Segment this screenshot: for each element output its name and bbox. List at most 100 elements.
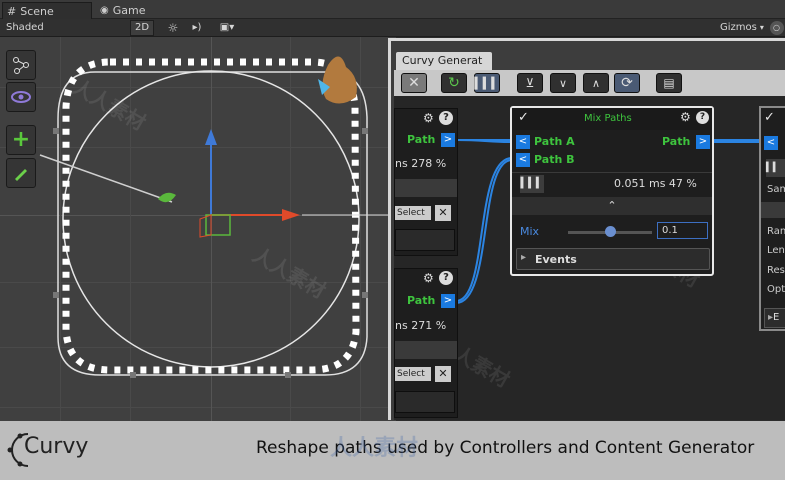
search-scene-toggle[interactable]: ○ (770, 21, 784, 35)
property-label: Res (767, 265, 785, 276)
control-point[interactable] (285, 372, 291, 378)
checkbox-icon[interactable]: ✓ (764, 110, 775, 125)
output-port[interactable]: > (696, 135, 710, 149)
input-path-a-label: Path A (534, 135, 575, 148)
help-icon[interactable]: ? (696, 111, 709, 124)
control-point[interactable] (362, 128, 368, 134)
spline-tool-icon (13, 57, 29, 74)
collapse-button[interactable]: ∧ (583, 73, 609, 93)
search-icon: ○ (773, 23, 780, 32)
stats-icon[interactable]: ▍▍ (766, 159, 785, 177)
effects-dropdown[interactable]: ▣▾ (212, 20, 242, 36)
help-icon[interactable]: ? (439, 271, 453, 285)
close-icon[interactable]: ✕ (435, 366, 451, 382)
spline-object-field[interactable] (395, 391, 455, 413)
shading-dropdown[interactable]: Shaded (6, 20, 44, 36)
help-icon[interactable]: ? (439, 111, 453, 125)
expand-triangle-icon: ▸ (521, 252, 527, 263)
grid-icon: # (7, 4, 17, 18)
window-title: Curvy Generat (402, 54, 483, 67)
add-point-button[interactable]: + (6, 125, 36, 155)
control-point[interactable] (362, 292, 368, 298)
select-button[interactable]: Select (395, 367, 431, 381)
window-tab[interactable]: Curvy Generat (396, 52, 492, 70)
select-button[interactable]: Select (395, 206, 431, 220)
mode-2d-toggle[interactable]: 2D (130, 20, 155, 36)
control-point[interactable] (53, 292, 59, 298)
perf-stats: ns 271 % (395, 319, 447, 332)
output-path-label: Path (407, 133, 436, 146)
scene-tab-bar: # Scene ◉ Game (0, 0, 785, 19)
tangent-handle[interactable] (158, 192, 176, 203)
save-button[interactable]: ▤ (656, 73, 682, 93)
brand-logo-text: Curvy (24, 434, 89, 459)
save-icon: ▤ (663, 76, 675, 90)
tab-scene[interactable]: # Scene (2, 2, 92, 19)
spline-tool-button[interactable] (6, 50, 36, 80)
speaker-icon: ▸) (192, 22, 202, 33)
stats-button[interactable]: ▍▍▍ (474, 73, 500, 93)
events-foldout[interactable]: ▸ Events (516, 248, 710, 270)
collapse-all-button[interactable]: ⊻ (517, 73, 543, 93)
input-spline-node-top[interactable]: ⚙ ? Path > ns 278 % Select ✕ (394, 108, 458, 256)
output-port[interactable]: > (441, 294, 455, 308)
property-label: Opt (767, 284, 785, 295)
audio-toggle[interactable]: ▸) (186, 20, 208, 36)
close-icon[interactable]: ✕ (435, 205, 451, 221)
section-bar (761, 202, 785, 218)
tab-game[interactable]: ◉ Game (96, 2, 166, 19)
scene-viewport[interactable]: 人人素材 人人素材 (0, 37, 396, 480)
gear-icon[interactable]: ⚙ (680, 110, 691, 124)
checkbox-icon[interactable]: ✓ (518, 110, 529, 125)
tab-game-label: Game (112, 4, 146, 17)
caption-text: Reshape paths used by Controllers and Co… (256, 438, 755, 458)
chevron-up-icon: ∧ (591, 76, 601, 90)
auto-refresh-button[interactable]: ⟳ (614, 73, 640, 93)
lighting-toggle[interactable]: ☼ (163, 20, 183, 36)
events-foldout[interactable]: ▸E (764, 308, 785, 328)
output-path-label: Path (407, 294, 436, 307)
input-spline-node-bottom[interactable]: ⚙ ? Path > ns 271 % Select ✕ (394, 268, 458, 418)
control-point[interactable] (130, 372, 136, 378)
mode-2d-label: 2D (135, 22, 150, 33)
property-label: Sam (767, 184, 785, 195)
close-icon: ✕ (408, 75, 420, 91)
generator-toolbar: ✕ ↻ ▍▍▍ ⊻ ∨ ∧ ⟳ ▤ (394, 70, 785, 96)
plus-icon: + (11, 127, 31, 152)
input-port[interactable]: < (764, 136, 778, 150)
refresh-button[interactable]: ↻ (441, 73, 467, 93)
mix-value-field[interactable]: 0.1 (657, 222, 708, 239)
stats-icon: ▍▍▍ (474, 76, 500, 90)
fire-icon (322, 56, 357, 104)
property-label: Len (767, 245, 785, 256)
input-port-b[interactable]: < (516, 153, 530, 167)
y-axis-arrow[interactable] (205, 129, 217, 145)
tangent-line (39, 154, 173, 203)
chevron-down-icon: ∨ (558, 76, 568, 90)
gear-icon[interactable]: ⚙ (423, 271, 434, 285)
clear-button[interactable]: ✕ (401, 73, 427, 93)
control-point[interactable] (53, 128, 59, 134)
scene-toolbar: Shaded 2D ☼ ▸) ▣▾ Gizmos ▾ ○ (0, 19, 785, 37)
visibility-button[interactable] (6, 82, 36, 112)
collapse-all-icon: ⊻ (525, 76, 535, 90)
gizmos-dropdown[interactable]: Gizmos ▾ (720, 20, 764, 36)
scene-gizmos (39, 56, 396, 378)
tab-scene-label: Scene (20, 4, 54, 18)
collapse-section-button[interactable]: ⌃ (512, 197, 712, 215)
draw-tool-button[interactable] (6, 158, 36, 188)
output-port[interactable]: > (441, 133, 455, 147)
stats-icon[interactable]: ▍▍▍ (520, 175, 544, 193)
output-node[interactable]: ✓ < ▍▍ Sam Ran Len Res Opt ▸E (759, 106, 785, 331)
plane-handle[interactable] (205, 214, 231, 236)
mix-slider-thumb[interactable] (605, 226, 616, 237)
screen-root: { "scene_tabs": {"scene": "Scene", "game… (0, 0, 785, 480)
shading-label: Shaded (6, 22, 44, 33)
input-port-a[interactable]: < (516, 135, 530, 149)
property-label: Ran (767, 226, 785, 237)
gear-icon[interactable]: ⚙ (423, 111, 434, 125)
mix-paths-node[interactable]: ✓ Mix Paths ⚙ ? < Path A Path > < Path B… (510, 106, 714, 276)
expand-button[interactable]: ∨ (550, 73, 576, 93)
spline-object-field[interactable] (395, 229, 455, 251)
x-axis-arrow[interactable] (282, 209, 300, 221)
